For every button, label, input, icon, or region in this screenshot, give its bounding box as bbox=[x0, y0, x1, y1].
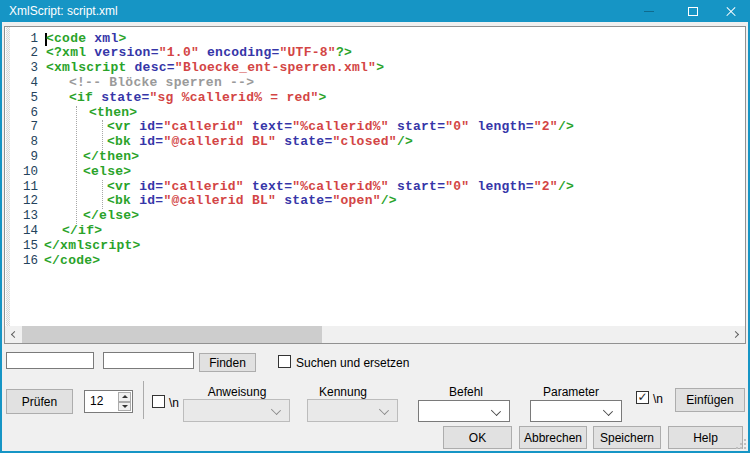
scroll-left-button[interactable] bbox=[5, 326, 22, 343]
code-line: <vr id="callerid" text="%callerid%" star… bbox=[107, 120, 574, 135]
search-replace-label: Suchen und ersetzen bbox=[296, 356, 409, 370]
code-line: </if> bbox=[62, 224, 102, 239]
code-line: <bk id="@callerid BL" state="open"/> bbox=[107, 194, 397, 209]
help-button[interactable]: Help bbox=[668, 426, 743, 449]
chevron-down-icon bbox=[271, 405, 281, 415]
newline-label-1: \n bbox=[169, 396, 179, 410]
parameter-label: Parameter bbox=[543, 385, 599, 399]
befehl-label: Befehl bbox=[449, 385, 483, 399]
kennung-dropdown bbox=[307, 399, 398, 422]
spinner-up-button[interactable] bbox=[118, 392, 131, 402]
resize-grip[interactable] bbox=[736, 439, 746, 449]
minimize-button bbox=[630, 0, 668, 22]
code-line: <else> bbox=[83, 165, 131, 180]
code-line: </then> bbox=[83, 150, 139, 165]
newline-label-2: \n bbox=[653, 392, 663, 406]
code-line: <xmlscript desc="Bloecke_ent-sperren.xml… bbox=[46, 61, 384, 76]
search-input[interactable] bbox=[6, 352, 94, 369]
find-button[interactable]: Finden bbox=[199, 353, 256, 372]
insert-button[interactable]: Einfügen bbox=[675, 388, 745, 412]
number-spinner[interactable]: 12 bbox=[84, 390, 133, 413]
code-line: <bk id="@callerid BL" state="closed"/> bbox=[107, 135, 413, 150]
chevron-down-icon bbox=[379, 405, 389, 415]
code-line: <?xml version="1.0" encoding="UTF-8"?> bbox=[46, 46, 352, 61]
indent-guide bbox=[102, 120, 103, 150]
window-title: XmlScript: script.xml bbox=[9, 4, 118, 18]
code-line: </code> bbox=[44, 254, 100, 269]
kennung-label: Kennung bbox=[319, 385, 367, 399]
parameter-dropdown[interactable] bbox=[530, 400, 622, 422]
code-line: <if state="sg %callerid% = red"> bbox=[69, 91, 327, 106]
cancel-button[interactable]: Abbrechen bbox=[519, 426, 587, 449]
code-line: </xmlscript> bbox=[44, 239, 141, 254]
indent-guide bbox=[102, 180, 103, 210]
anweisung-dropdown bbox=[183, 399, 290, 422]
chevron-down-icon bbox=[491, 405, 501, 415]
scroll-right-button[interactable] bbox=[728, 326, 745, 343]
code-line: <code xml> bbox=[46, 32, 127, 47]
code-line: </else> bbox=[83, 209, 139, 224]
maximize-icon bbox=[688, 7, 698, 16]
newline-checkbox-2[interactable]: ✓ bbox=[636, 391, 649, 404]
spinner-value: 12 bbox=[90, 394, 103, 408]
close-icon bbox=[726, 6, 736, 16]
indent-guide bbox=[76, 106, 77, 224]
code-line: <vr id="callerid" text="%callerid%" star… bbox=[107, 180, 574, 195]
spinner-down-button[interactable] bbox=[118, 402, 131, 412]
chevron-down-icon bbox=[603, 405, 613, 415]
code-line: <then> bbox=[89, 106, 137, 121]
close-button[interactable] bbox=[712, 0, 750, 22]
search-replace-checkbox[interactable] bbox=[278, 355, 291, 368]
replace-input[interactable] bbox=[103, 352, 194, 369]
anweisung-label: Anweisung bbox=[208, 385, 267, 399]
window-border-left bbox=[0, 22, 2, 453]
code-editor[interactable]: 12345678910111213141516 <code xml><?xml … bbox=[4, 26, 746, 344]
triangle-down-icon bbox=[122, 405, 128, 408]
horizontal-scrollbar[interactable] bbox=[5, 326, 745, 343]
ok-button[interactable]: OK bbox=[443, 426, 512, 449]
code-lines[interactable]: <code xml><?xml version="1.0" encoding="… bbox=[5, 27, 745, 326]
vertical-separator bbox=[143, 381, 144, 419]
newline-checkbox-1[interactable] bbox=[152, 395, 165, 408]
save-button[interactable]: Speichern bbox=[593, 426, 661, 449]
code-line: <!-- Blöcke sperren --> bbox=[69, 76, 254, 91]
befehl-dropdown[interactable] bbox=[418, 400, 510, 422]
checkmark-icon: ✓ bbox=[637, 392, 647, 402]
scrollbar-thumb[interactable] bbox=[22, 326, 322, 343]
minimize-icon bbox=[644, 11, 654, 12]
check-button[interactable]: Prüfen bbox=[6, 389, 73, 414]
maximize-button[interactable] bbox=[674, 0, 712, 22]
chevron-left-icon bbox=[11, 331, 18, 338]
chevron-right-icon bbox=[732, 331, 739, 338]
triangle-up-icon bbox=[122, 395, 128, 398]
